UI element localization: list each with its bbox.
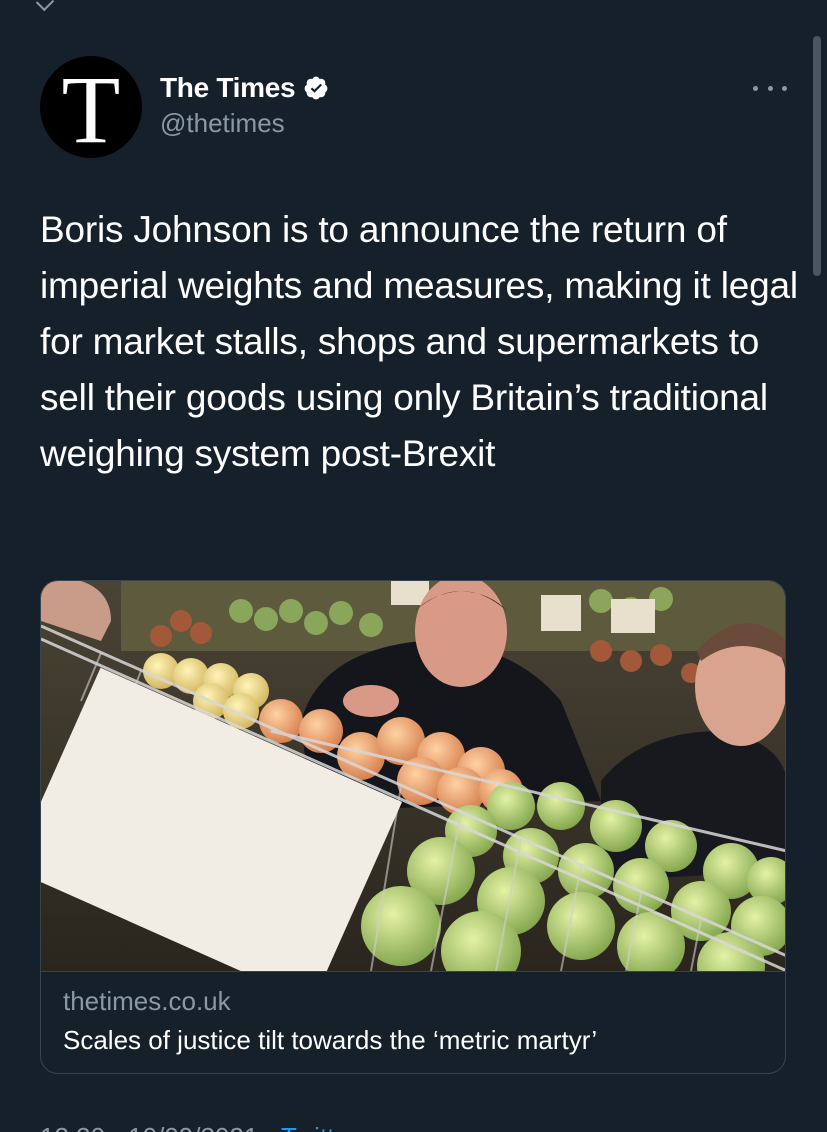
back-arrow-icon[interactable] <box>35 0 55 12</box>
card-title[interactable]: Scales of justice tilt towards the ‘metr… <box>63 1025 765 1056</box>
more-options-icon-dot <box>782 85 787 91</box>
avatar[interactable]: T <box>40 56 142 158</box>
more-options-icon <box>753 85 758 91</box>
verified-badge-icon <box>304 76 328 100</box>
card-meta: thetimes.co.uk Scales of justice tilt to… <box>41 971 785 1073</box>
more-options-icon-dot <box>767 85 773 91</box>
avatar-logo-letter: T <box>61 56 121 163</box>
link-card[interactable]: thetimes.co.uk Scales of justice tilt to… <box>40 580 786 1074</box>
card-domain: thetimes.co.uk <box>63 986 231 1016</box>
market-stall-photo <box>41 581 785 971</box>
source-link[interactable]: Twitter <box>281 1122 358 1132</box>
handle[interactable]: @thetimes <box>160 108 329 139</box>
timestamp[interactable]: 12:30 · 10/09/2021 · <box>40 1122 281 1132</box>
tweet-text: Boris Johnson is to announce the return … <box>40 209 798 474</box>
more-options-button[interactable] <box>753 78 787 98</box>
timestamp-row: 12:30 · 10/09/2021 · Twitter <box>40 1122 358 1132</box>
display-name[interactable]: The Times <box>160 72 296 104</box>
scrollbar[interactable] <box>813 36 821 276</box>
name-row: The Times <box>160 72 329 104</box>
tweet-detail-screen: T The Times @thetimes Boris Johnson is t… <box>0 0 827 1132</box>
author-block: The Times @thetimes <box>160 72 329 139</box>
card-image[interactable] <box>41 581 785 971</box>
